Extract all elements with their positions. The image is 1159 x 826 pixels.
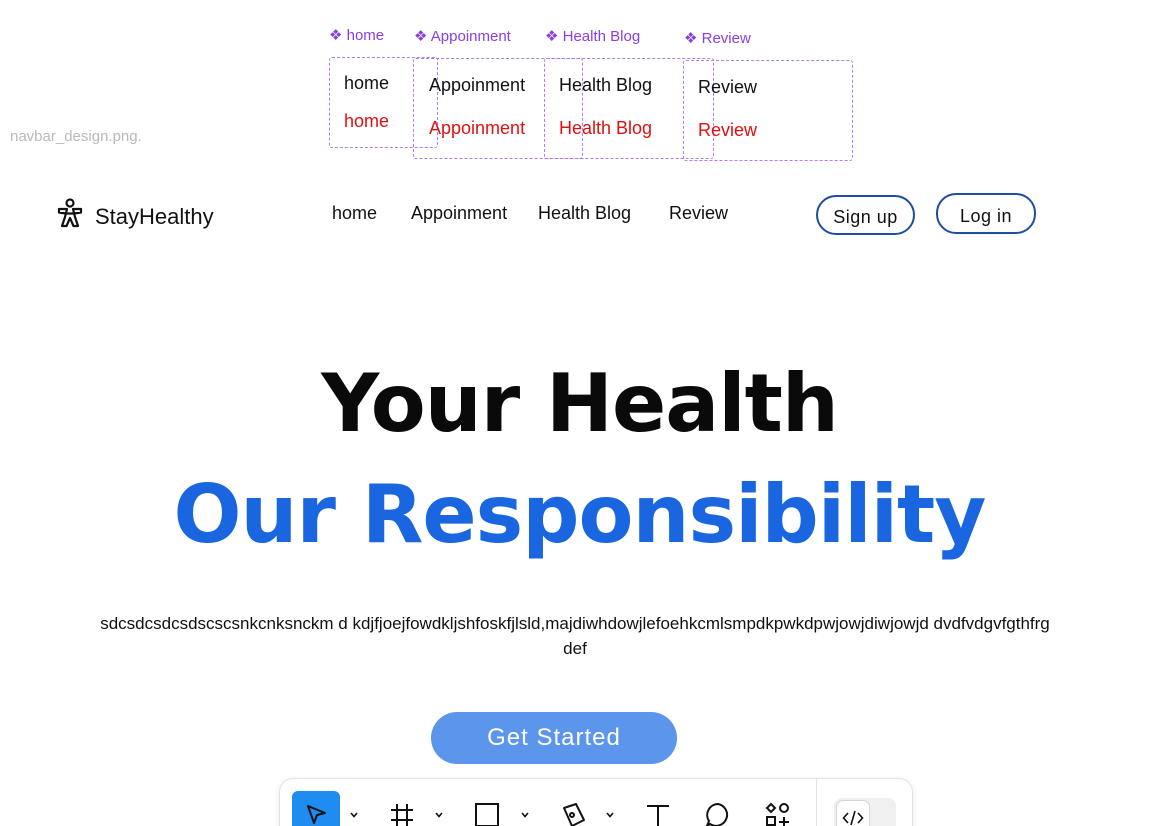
nav-link-review[interactable]: Review <box>669 203 728 224</box>
component-title-health-blog[interactable]: ❖ Health Blog <box>545 27 640 45</box>
comment-tool-icon[interactable] <box>694 791 742 826</box>
variant-hover-health-blog[interactable]: Health Blog <box>559 118 652 139</box>
variant-default-review[interactable]: Review <box>698 77 757 98</box>
hero-title-line2: Our Responsibility <box>173 468 987 561</box>
hero-subtitle: sdcsdcsdcsdscscsnkcnksnckm d kdjfjoejfow… <box>100 614 1050 658</box>
pen-tool-chevron-down-icon[interactable] <box>605 810 615 820</box>
toolbar-divider <box>816 779 817 826</box>
component-title-home[interactable]: ❖ home <box>329 26 384 44</box>
variant-default-home[interactable]: home <box>344 73 389 94</box>
get-started-button[interactable]: Get Started <box>431 712 677 764</box>
dev-mode-toggle[interactable] <box>834 798 896 826</box>
variant-default-appoinment[interactable]: Appoinment <box>429 75 525 96</box>
component-title-appoinment[interactable]: ❖ Appoinment <box>414 27 511 45</box>
canvas-file-label: navbar_design.png. <box>10 128 142 145</box>
variant-hover-appoinment[interactable]: Appoinment <box>429 118 525 139</box>
nav-link-appoinment[interactable]: Appoinment <box>411 203 507 224</box>
pen-tool-icon[interactable] <box>549 791 597 826</box>
text-tool-icon[interactable] <box>634 791 682 826</box>
rectangle-tool-chevron-down-icon[interactable] <box>520 810 530 820</box>
nav-link-health-blog[interactable]: Health Blog <box>538 203 631 224</box>
variant-hover-home[interactable]: home <box>344 111 389 132</box>
move-tool-chevron-down-icon[interactable] <box>349 810 359 820</box>
variant-hover-review[interactable]: Review <box>698 120 757 141</box>
log-in-button[interactable]: Log in <box>936 193 1036 234</box>
code-icon <box>836 800 870 826</box>
nav-link-home[interactable]: home <box>332 203 377 224</box>
component-title-review[interactable]: ❖ Review <box>684 29 751 47</box>
move-tool-icon[interactable] <box>292 791 340 826</box>
hero-title-line1: Your Health <box>321 357 839 450</box>
design-toolbar <box>279 778 913 826</box>
frame-tool-chevron-down-icon[interactable] <box>434 810 444 820</box>
rectangle-tool-icon[interactable] <box>463 791 511 826</box>
actions-tool-icon[interactable] <box>754 791 802 826</box>
component-set-review[interactable]: Review Review <box>683 60 853 161</box>
frame-tool-icon[interactable] <box>378 791 426 826</box>
sign-up-button[interactable]: Sign up <box>816 195 915 235</box>
variant-default-health-blog[interactable]: Health Blog <box>559 75 652 96</box>
brand-name[interactable]: StayHealthy <box>95 204 214 230</box>
person-figure-icon <box>54 197 86 229</box>
